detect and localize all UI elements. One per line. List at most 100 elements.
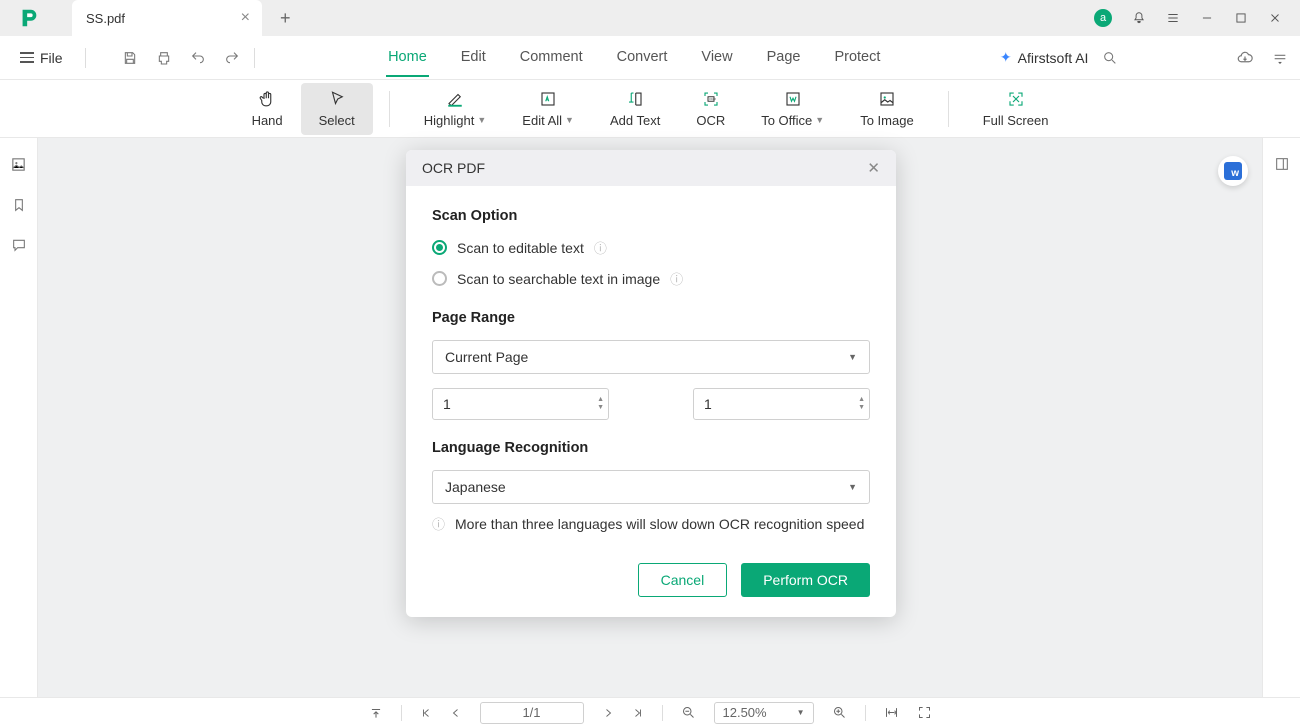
maximize-icon[interactable] xyxy=(1234,11,1248,25)
tool-to-image[interactable]: To Image xyxy=(842,83,931,135)
tool-edit-all[interactable]: Edit All▼ xyxy=(504,83,592,135)
language-select[interactable]: Japanese ▼ xyxy=(432,470,870,504)
option-searchable-row[interactable]: Scan to searchable text in image ⓘ xyxy=(432,269,870,288)
tool-full-screen[interactable]: Full Screen xyxy=(965,83,1067,135)
page-to-input[interactable]: 1 ▲▼ xyxy=(693,388,870,420)
svg-text:OCR: OCR xyxy=(709,97,717,101)
divider xyxy=(389,91,390,127)
search-icon[interactable] xyxy=(1102,50,1118,66)
new-tab-button[interactable]: + xyxy=(280,8,291,29)
divider xyxy=(254,48,255,68)
dialog-close-icon[interactable]: ✕ xyxy=(867,159,880,177)
scroll-top-icon[interactable] xyxy=(369,706,383,720)
ai-button[interactable]: ✦ Afirstsoft AI xyxy=(1000,49,1089,66)
tool-label: Select xyxy=(319,113,355,128)
dialog-title: OCR PDF xyxy=(422,160,485,176)
status-bar: 1/1 12.50% ▼ xyxy=(0,697,1300,727)
app-logo xyxy=(12,1,46,35)
sparkle-icon: ✦ xyxy=(1000,49,1012,66)
zoom-in-icon[interactable] xyxy=(832,705,847,720)
spinner-buttons[interactable]: ▲▼ xyxy=(858,390,865,418)
print-icon[interactable] xyxy=(156,50,172,66)
file-menu[interactable]: File xyxy=(12,50,71,66)
hand-icon xyxy=(258,90,276,108)
fit-width-icon[interactable] xyxy=(884,705,899,720)
quick-actions xyxy=(122,50,240,66)
tool-label: Hand xyxy=(252,113,283,128)
tab-comment[interactable]: Comment xyxy=(518,39,585,77)
last-page-icon[interactable] xyxy=(632,707,644,719)
tab-page[interactable]: Page xyxy=(765,39,803,77)
tool-label: Add Text xyxy=(610,113,660,128)
close-tab-icon[interactable]: × xyxy=(241,9,250,27)
chevron-down-icon: ▼ xyxy=(848,482,857,492)
scan-option-heading: Scan Option xyxy=(432,208,870,224)
tool-label: OCR xyxy=(696,113,725,128)
chevron-down-icon: ▼ xyxy=(477,115,486,125)
chevron-down-icon: ▼ xyxy=(797,708,805,717)
page-input[interactable]: 1/1 xyxy=(480,702,584,724)
radio-unchecked-icon xyxy=(432,271,447,286)
page-range-select[interactable]: Current Page ▼ xyxy=(432,340,870,374)
ocr-dialog: OCR PDF ✕ Scan Option Scan to editable t… xyxy=(406,150,896,617)
document-tab[interactable]: SS.pdf × xyxy=(72,0,262,36)
tool-label: Edit All▼ xyxy=(522,113,574,128)
info-icon[interactable]: ⓘ xyxy=(670,269,683,288)
save-icon[interactable] xyxy=(122,50,138,66)
tool-label: Full Screen xyxy=(983,113,1049,128)
cursor-icon xyxy=(328,90,346,108)
divider xyxy=(948,91,949,127)
tool-highlight[interactable]: Highlight▼ xyxy=(406,83,505,135)
info-icon: ⓘ xyxy=(432,514,445,533)
radio-checked-icon xyxy=(432,240,447,255)
menu-icon[interactable] xyxy=(1166,11,1180,25)
collapse-icon[interactable] xyxy=(1272,50,1288,66)
panel-icon[interactable] xyxy=(1274,156,1290,172)
tool-select[interactable]: Select xyxy=(301,83,373,135)
editall-icon xyxy=(539,90,557,108)
redo-icon[interactable] xyxy=(224,50,240,66)
tool-label: Highlight▼ xyxy=(424,113,487,128)
tab-convert[interactable]: Convert xyxy=(615,39,670,77)
highlight-icon xyxy=(445,90,465,108)
tool-to-office[interactable]: To Office▼ xyxy=(743,83,842,135)
zoom-input[interactable]: 12.50% ▼ xyxy=(714,702,814,724)
chevron-down-icon: ▼ xyxy=(848,352,857,362)
tab-view[interactable]: View xyxy=(699,39,734,77)
fit-page-icon[interactable] xyxy=(917,705,932,720)
tool-hand[interactable]: Hand xyxy=(234,83,301,135)
perform-ocr-button[interactable]: Perform OCR xyxy=(741,563,870,597)
tool-ocr[interactable]: OCR OCR xyxy=(678,83,743,135)
close-window-icon[interactable] xyxy=(1268,11,1282,25)
first-page-icon[interactable] xyxy=(420,707,432,719)
thumbnails-icon[interactable] xyxy=(10,156,27,173)
next-page-icon[interactable] xyxy=(602,707,614,719)
cloud-icon[interactable] xyxy=(1236,49,1254,67)
info-icon[interactable]: ⓘ xyxy=(594,238,607,257)
language-heading: Language Recognition xyxy=(432,440,870,456)
undo-icon[interactable] xyxy=(190,50,206,66)
menu-bar: File Home Edit Comment Convert View Page Prote… xyxy=(0,36,1300,80)
bell-icon[interactable] xyxy=(1132,11,1146,25)
spinner-buttons[interactable]: ▲▼ xyxy=(597,390,604,418)
comment-icon[interactable] xyxy=(11,237,27,253)
minimize-icon[interactable] xyxy=(1200,11,1214,25)
cancel-button[interactable]: Cancel xyxy=(638,563,728,597)
bookmark-icon[interactable] xyxy=(11,197,27,213)
tab-edit[interactable]: Edit xyxy=(459,39,488,77)
tool-add-text[interactable]: Add Text xyxy=(592,83,678,135)
user-avatar[interactable]: a xyxy=(1094,9,1112,27)
fullscreen-icon xyxy=(1007,90,1025,108)
right-rail xyxy=(1262,138,1300,697)
tooffice-icon xyxy=(784,90,802,108)
word-badge[interactable] xyxy=(1218,156,1248,186)
zoom-out-icon[interactable] xyxy=(681,705,696,720)
tab-title: SS.pdf xyxy=(86,11,125,26)
page-from-input[interactable]: 1 ▲▼ xyxy=(432,388,609,420)
toolbar: Hand Select Highlight▼ Edit All▼ Add Text OCR… xyxy=(0,80,1300,138)
left-rail xyxy=(0,138,38,697)
option-editable-row[interactable]: Scan to editable text ⓘ xyxy=(432,238,870,257)
tab-home[interactable]: Home xyxy=(386,39,429,77)
tab-protect[interactable]: Protect xyxy=(832,39,882,77)
prev-page-icon[interactable] xyxy=(450,707,462,719)
